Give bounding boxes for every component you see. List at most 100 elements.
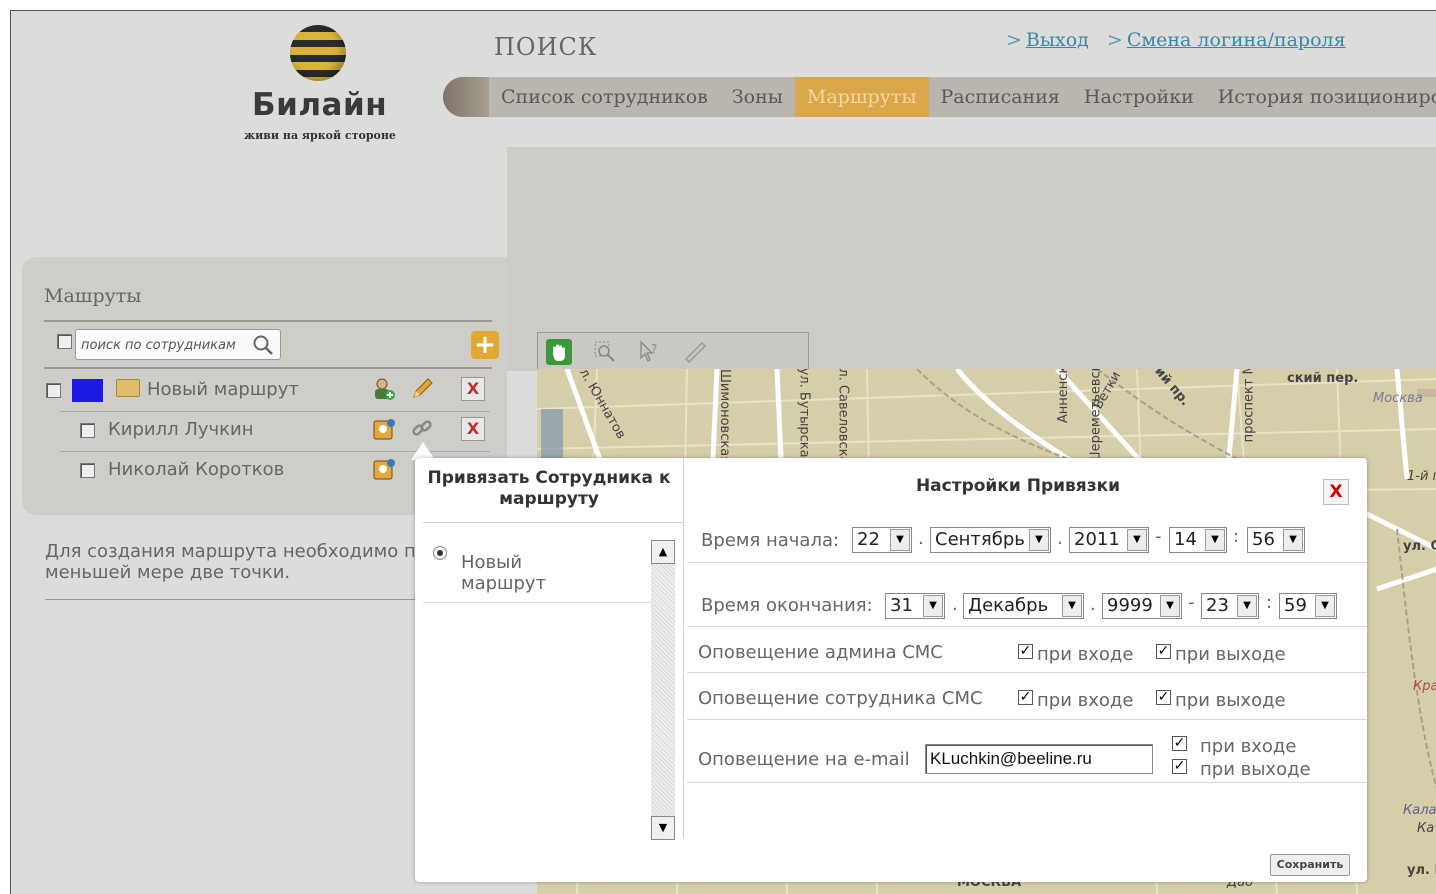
link-chain-icon[interactable] [410, 417, 434, 441]
employee-sms-exit-checkbox[interactable]: ✓ [1156, 690, 1171, 705]
employee-sms-exit-label: при выходе [1175, 690, 1286, 711]
save-button[interactable]: Сохранить [1270, 854, 1350, 876]
scroll-down-icon[interactable]: ▼ [651, 816, 675, 840]
route-color-swatch[interactable] [72, 379, 103, 402]
end-month-value: Декабрь [968, 595, 1049, 616]
start-time-label: Время начала: [701, 530, 840, 551]
divider [687, 562, 1367, 563]
employee-checkbox[interactable] [80, 463, 95, 478]
logo-slogan: живи на яркой стороне [244, 129, 396, 142]
start-day-select[interactable]: 22 ▼ [852, 527, 912, 553]
start-minute-select[interactable]: 56 ▼ [1247, 527, 1305, 553]
start-hour-select[interactable]: 14 ▼ [1169, 527, 1227, 553]
map-street-label: ский пер. [1287, 371, 1359, 386]
scroll-up-icon[interactable]: ▲ [651, 540, 675, 564]
search-icon[interactable] [252, 334, 274, 356]
chevron-down-icon: ▼ [1062, 595, 1082, 617]
link-arrow-icon: > [1006, 29, 1022, 51]
email-input[interactable]: KLuchkin@beeline.ru [925, 744, 1153, 774]
email-enter-checkbox[interactable]: ✓ [1172, 736, 1187, 751]
pan-hand-icon[interactable] [546, 339, 572, 365]
map-city-label: Москва [1373, 391, 1423, 406]
route-row[interactable]: Новый маршрут X [22, 371, 507, 411]
search-input[interactable]: поиск по сотрудникам [75, 329, 281, 360]
employee-sms-enter-label: при входе [1037, 690, 1134, 711]
route-radio[interactable] [433, 546, 447, 560]
delete-route-button[interactable]: X [461, 377, 485, 401]
route-list-scrollbar[interactable]: ▲ ▼ [651, 540, 675, 840]
map-street-label: Шимоновская [717, 369, 733, 465]
measure-ruler-icon[interactable] [682, 339, 708, 365]
employee-name[interactable]: Николай Коротков [108, 459, 284, 480]
change-password-link[interactable]: Смена логина/пароля [1127, 29, 1346, 51]
nav-tab-settings[interactable]: Настройки [1072, 77, 1206, 117]
separator: - [1155, 526, 1162, 547]
nav-tab-schedules[interactable]: Расписания [929, 77, 1072, 117]
map-area-label: Красн [1413, 679, 1436, 694]
chevron-down-icon: ▼ [923, 595, 943, 617]
email-exit-checkbox[interactable]: ✓ [1172, 759, 1187, 774]
end-day-select[interactable]: 31 ▼ [885, 593, 945, 619]
chevron-down-icon: ▼ [1315, 595, 1335, 617]
info-query-icon[interactable]: ? [636, 339, 662, 365]
employee-name[interactable]: Кирилл Лучкин [108, 419, 254, 440]
separator: : [1266, 592, 1273, 613]
beeline-logo-icon [290, 25, 346, 81]
end-hour-select[interactable]: 23 ▼ [1201, 593, 1259, 619]
route-name[interactable]: Новый маршрут [147, 379, 299, 400]
dialog-column-divider [683, 458, 684, 838]
main-nav: Список сотрудников Зоны Маршруты Расписа… [443, 77, 1436, 117]
divider [60, 411, 490, 412]
nav-tab-history[interactable]: История позиционирования [1206, 77, 1436, 117]
select-all-checkbox[interactable] [57, 334, 72, 349]
start-month-select[interactable]: Сентябрь ▼ [930, 527, 1051, 553]
map-street-label: 1-й п [1407, 469, 1436, 484]
email-notify-label: Оповещение на e-mail [698, 749, 910, 770]
admin-sms-exit-checkbox[interactable]: ✓ [1156, 644, 1171, 659]
chevron-down-icon: ▼ [1160, 595, 1180, 617]
admin-sms-enter-checkbox[interactable]: ✓ [1018, 644, 1033, 659]
logout-link[interactable]: Выход [1026, 29, 1089, 51]
nav-tab-employees[interactable]: Список сотрудников [489, 77, 720, 117]
employee-checkbox[interactable] [80, 423, 95, 438]
link-arrow-icon: > [1106, 29, 1123, 51]
map-street-label: ул. К [1407, 863, 1436, 878]
employee-schedule-icon[interactable] [372, 457, 396, 481]
start-year-select[interactable]: 2011 ▼ [1069, 527, 1149, 553]
assign-employee-dialog: Привязать Сотрудника к маршруту Новый ма… [415, 458, 1367, 882]
end-year-select[interactable]: 9999 ▼ [1102, 593, 1182, 619]
divider [423, 522, 683, 523]
divider [687, 782, 1367, 783]
nav-tab-routes[interactable]: Маршруты [794, 77, 929, 117]
employee-sms-enter-checkbox[interactable]: ✓ [1018, 690, 1033, 705]
map-street-label: проспект Мира [1241, 369, 1257, 443]
route-checkbox[interactable] [46, 383, 61, 398]
add-route-button[interactable]: + [471, 331, 499, 359]
end-month-select[interactable]: Декабрь ▼ [963, 593, 1084, 619]
page-title: ПОИСК [494, 33, 598, 61]
employee-schedule-icon[interactable] [372, 417, 396, 441]
close-dialog-button[interactable]: X [1323, 479, 1349, 505]
beeline-logo[interactable]: Билайн живи на яркой стороне [236, 25, 406, 145]
edit-pencil-icon[interactable] [410, 377, 434, 401]
end-time-label: Время окончания: [701, 595, 873, 616]
add-employee-icon[interactable] [372, 377, 396, 401]
admin-sms-enter-label: при входе [1037, 644, 1134, 665]
map-street-label: Анненская [1056, 369, 1072, 424]
route-radio-label[interactable]: Новый маршрут [461, 552, 611, 594]
nav-tab-zones[interactable]: Зоны [720, 77, 795, 117]
end-minute-select[interactable]: 59 ▼ [1279, 593, 1337, 619]
routes-panel-title: Машруты [44, 285, 142, 307]
chevron-down-icon: ▼ [1205, 529, 1225, 551]
search-placeholder: поиск по сотрудникам [81, 338, 236, 353]
chevron-down-icon: ▼ [1237, 595, 1257, 617]
divider [687, 626, 1367, 627]
remove-employee-button[interactable]: X [461, 417, 485, 441]
zoom-area-icon[interactable] [592, 339, 618, 365]
end-day-value: 31 [890, 595, 913, 616]
separator: . [1090, 594, 1096, 615]
map-area-label: Калан [1403, 803, 1436, 818]
start-minute-value: 56 [1252, 529, 1275, 550]
start-day-value: 22 [857, 529, 880, 550]
map-street-label: ул. Савеловская [835, 369, 851, 473]
